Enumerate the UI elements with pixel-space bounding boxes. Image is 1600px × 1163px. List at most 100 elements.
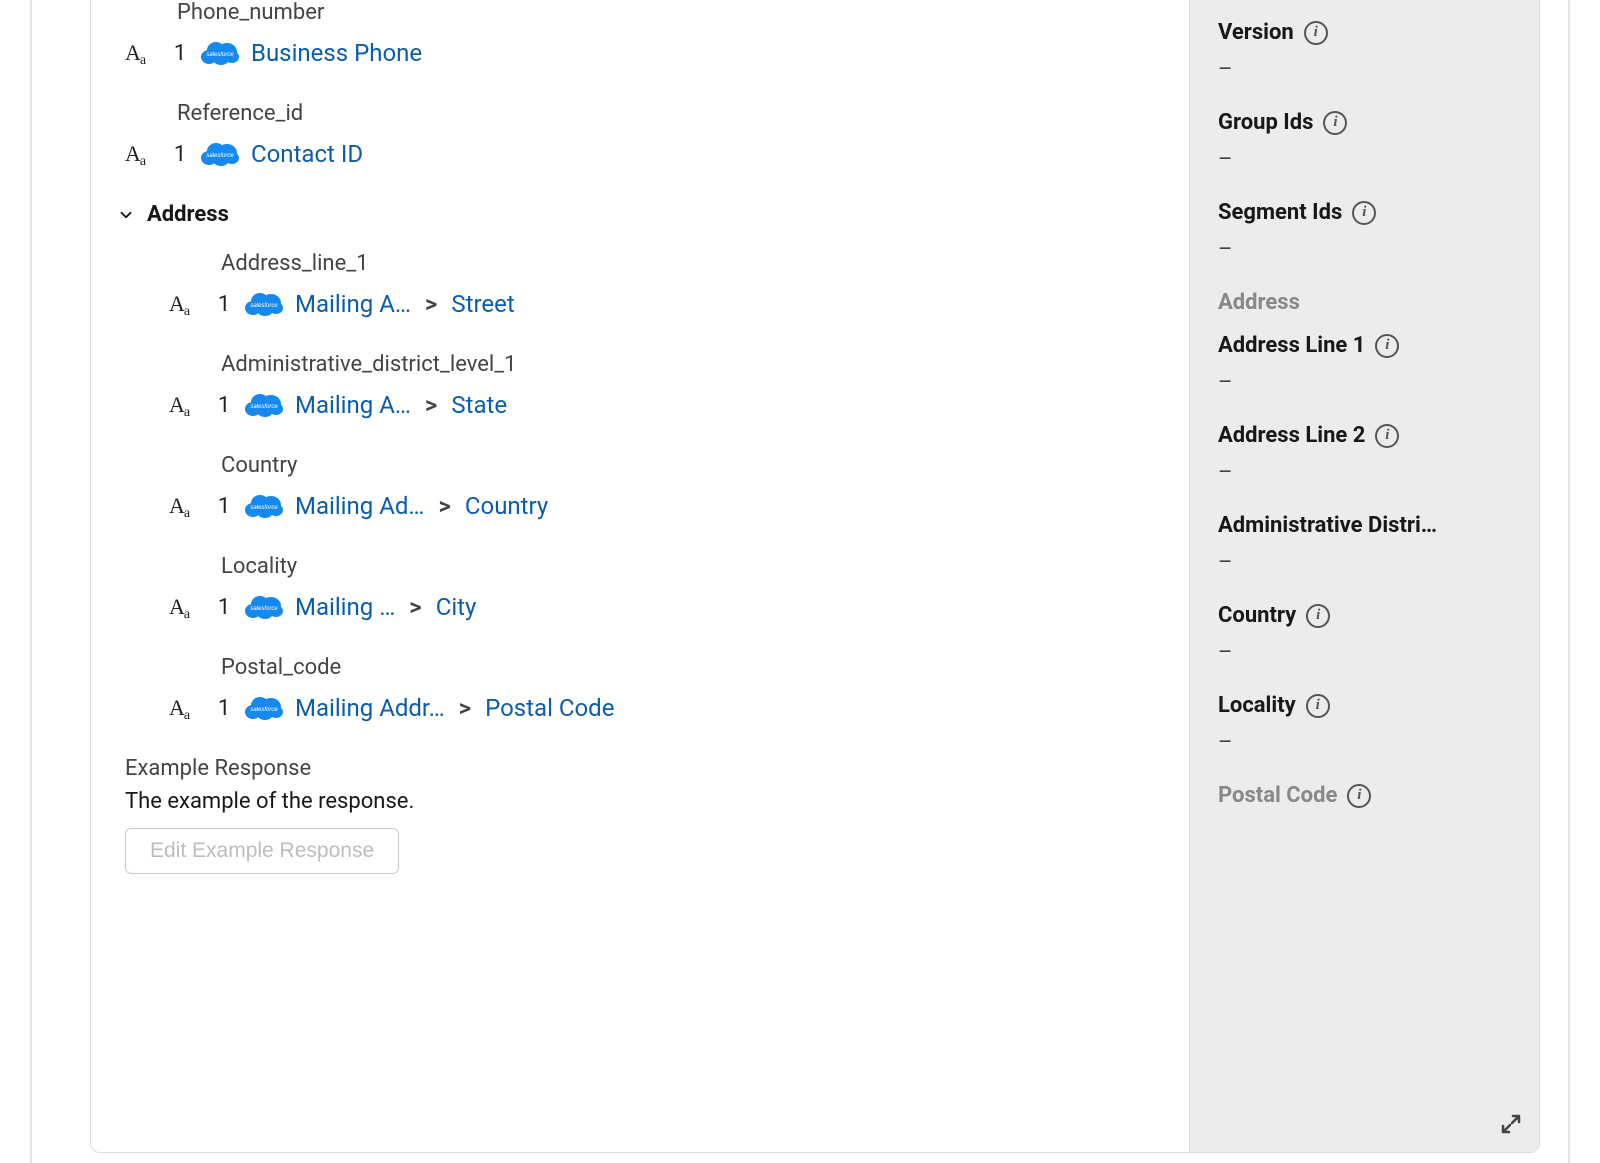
mapping-row: A 1 salesforce Business Phone (125, 39, 1165, 67)
priority-number: 1 (215, 494, 233, 519)
mapping-row: A 1 salesforce Contact ID (125, 140, 1165, 168)
text-type-icon: A (125, 42, 161, 64)
sidebar-label-row: Administrative Distri… (1218, 513, 1511, 538)
address-section-title: Address (147, 202, 229, 227)
sidebar-value: – (1218, 237, 1511, 262)
mapping-row: A 1 salesforce Mailing Addr…> Postal Cod… (169, 694, 1165, 722)
example-response-title: Example Response (125, 756, 1165, 781)
sidebar-label-row: Address Line 2 i (1218, 423, 1511, 448)
sidebar-field: Locality i – (1218, 693, 1511, 755)
salesforce-icon: salesforce (243, 290, 285, 318)
example-response-desc: The example of the response. (125, 789, 1165, 814)
breadcrumb-sep: > (455, 694, 475, 722)
sidebar-field: Postal Code i (1218, 783, 1511, 808)
sidebar-label-row: Segment Ids i (1218, 200, 1511, 225)
text-type-icon: A (169, 293, 205, 315)
mapping-tail[interactable]: State (451, 391, 507, 419)
field-label: Postal_code (221, 655, 1165, 680)
field-label: Locality (221, 554, 1165, 579)
chevron-down-icon (115, 204, 137, 226)
info-icon[interactable]: i (1306, 694, 1330, 718)
sidebar-label-row: Postal Code i (1218, 783, 1511, 808)
sidebar-label-row: Country i (1218, 603, 1511, 628)
sidebar-label: Postal Code (1218, 783, 1337, 808)
sidebar-label: Address Line 2 (1218, 423, 1365, 448)
mapping-link[interactable]: Mailing … (295, 593, 395, 621)
info-icon[interactable]: i (1304, 21, 1328, 45)
field-label: Administrative_district_level_1 (221, 352, 1165, 377)
sidebar-label: Version (1218, 20, 1294, 45)
field-label: Reference_id (177, 101, 1165, 126)
mapping-tail[interactable]: Street (451, 290, 514, 318)
sidebar-value: – (1218, 147, 1511, 172)
sidebar-label-row: Locality i (1218, 693, 1511, 718)
mapping-tail[interactable]: Postal Code (485, 694, 614, 722)
svg-text:salesforce: salesforce (250, 505, 278, 511)
info-icon[interactable]: i (1375, 424, 1399, 448)
svg-text:salesforce: salesforce (206, 153, 234, 159)
sidebar-value: – (1218, 370, 1511, 395)
salesforce-icon: salesforce (243, 391, 285, 419)
mapping-panel: Phone_number A 1 salesforce Business Pho… (90, 0, 1540, 1153)
field-block: Locality A 1 salesforce Mailing …> City (159, 554, 1165, 621)
sidebar-field: Address Line 1 i – (1218, 333, 1511, 395)
priority-number: 1 (215, 595, 233, 620)
mapping-link[interactable]: Mailing Addr… (295, 694, 445, 722)
salesforce-icon: salesforce (243, 593, 285, 621)
sidebar-address-heading: Address (1218, 290, 1511, 315)
salesforce-icon: salesforce (199, 140, 241, 168)
info-icon[interactable]: i (1306, 604, 1330, 628)
edit-example-response-button[interactable]: Edit Example Response (125, 828, 399, 874)
text-type-icon: A (169, 495, 205, 517)
mapping-tail[interactable]: City (436, 593, 477, 621)
sidebar-field: Group Ids i – (1218, 110, 1511, 172)
svg-text:salesforce: salesforce (250, 606, 278, 612)
mapping-tail[interactable]: Country (465, 492, 548, 520)
mapping-row: A 1 salesforce Mailing Ad…> Country (169, 492, 1165, 520)
field-block: Reference_id A 1 salesforce Contact ID (115, 101, 1165, 168)
main-column: Phone_number A 1 salesforce Business Pho… (91, 0, 1189, 1152)
text-type-icon: A (125, 143, 161, 165)
sidebar-value: – (1218, 730, 1511, 755)
sidebar-value: – (1218, 57, 1511, 82)
svg-text:salesforce: salesforce (206, 52, 234, 58)
mapping-link[interactable]: Mailing Ad… (295, 492, 424, 520)
field-block: Postal_code A 1 salesforce Mailing Addr…… (159, 655, 1165, 722)
sidebar-field: Segment Ids i – (1218, 200, 1511, 262)
priority-number: 1 (171, 142, 189, 167)
sidebar-label: Group Ids (1218, 110, 1313, 135)
sidebar-label: Segment Ids (1218, 200, 1342, 225)
info-icon[interactable]: i (1323, 111, 1347, 135)
mapping-link[interactable]: Contact ID (251, 140, 363, 168)
salesforce-icon: salesforce (243, 492, 285, 520)
sidebar-label-row: Group Ids i (1218, 110, 1511, 135)
outer-frame-right (1568, 0, 1570, 1163)
sidebar-value: – (1218, 460, 1511, 485)
sidebar-value: – (1218, 640, 1511, 665)
field-block: Address_line_1 A 1 salesforce Mailing A…… (159, 251, 1165, 318)
field-block: Administrative_district_level_1 A 1 sale… (159, 352, 1165, 419)
mapping-link[interactable]: Mailing A… (295, 290, 411, 318)
breadcrumb-sep: > (421, 391, 441, 419)
info-icon[interactable]: i (1375, 334, 1399, 358)
sidebar: Version i – Group Ids i – Segment Ids i … (1189, 0, 1539, 1152)
text-type-icon: A (169, 697, 205, 719)
sidebar-field: Country i – (1218, 603, 1511, 665)
info-icon[interactable]: i (1352, 201, 1376, 225)
text-type-icon: A (169, 394, 205, 416)
info-icon[interactable]: i (1347, 784, 1371, 808)
priority-number: 1 (215, 292, 233, 317)
salesforce-icon: salesforce (243, 694, 285, 722)
outer-frame-left (30, 0, 32, 1163)
expand-icon[interactable] (1499, 1112, 1523, 1136)
sidebar-label: Address Line 1 (1218, 333, 1365, 358)
text-type-icon: A (169, 596, 205, 618)
sidebar-label-row: Address Line 1 i (1218, 333, 1511, 358)
sidebar-label: Locality (1218, 693, 1296, 718)
mapping-link[interactable]: Mailing A… (295, 391, 411, 419)
priority-number: 1 (171, 41, 189, 66)
sidebar-field: Version i – (1218, 20, 1511, 82)
breadcrumb-sep: > (421, 290, 441, 318)
address-section-toggle[interactable]: Address (115, 202, 1165, 227)
mapping-link[interactable]: Business Phone (251, 39, 422, 67)
